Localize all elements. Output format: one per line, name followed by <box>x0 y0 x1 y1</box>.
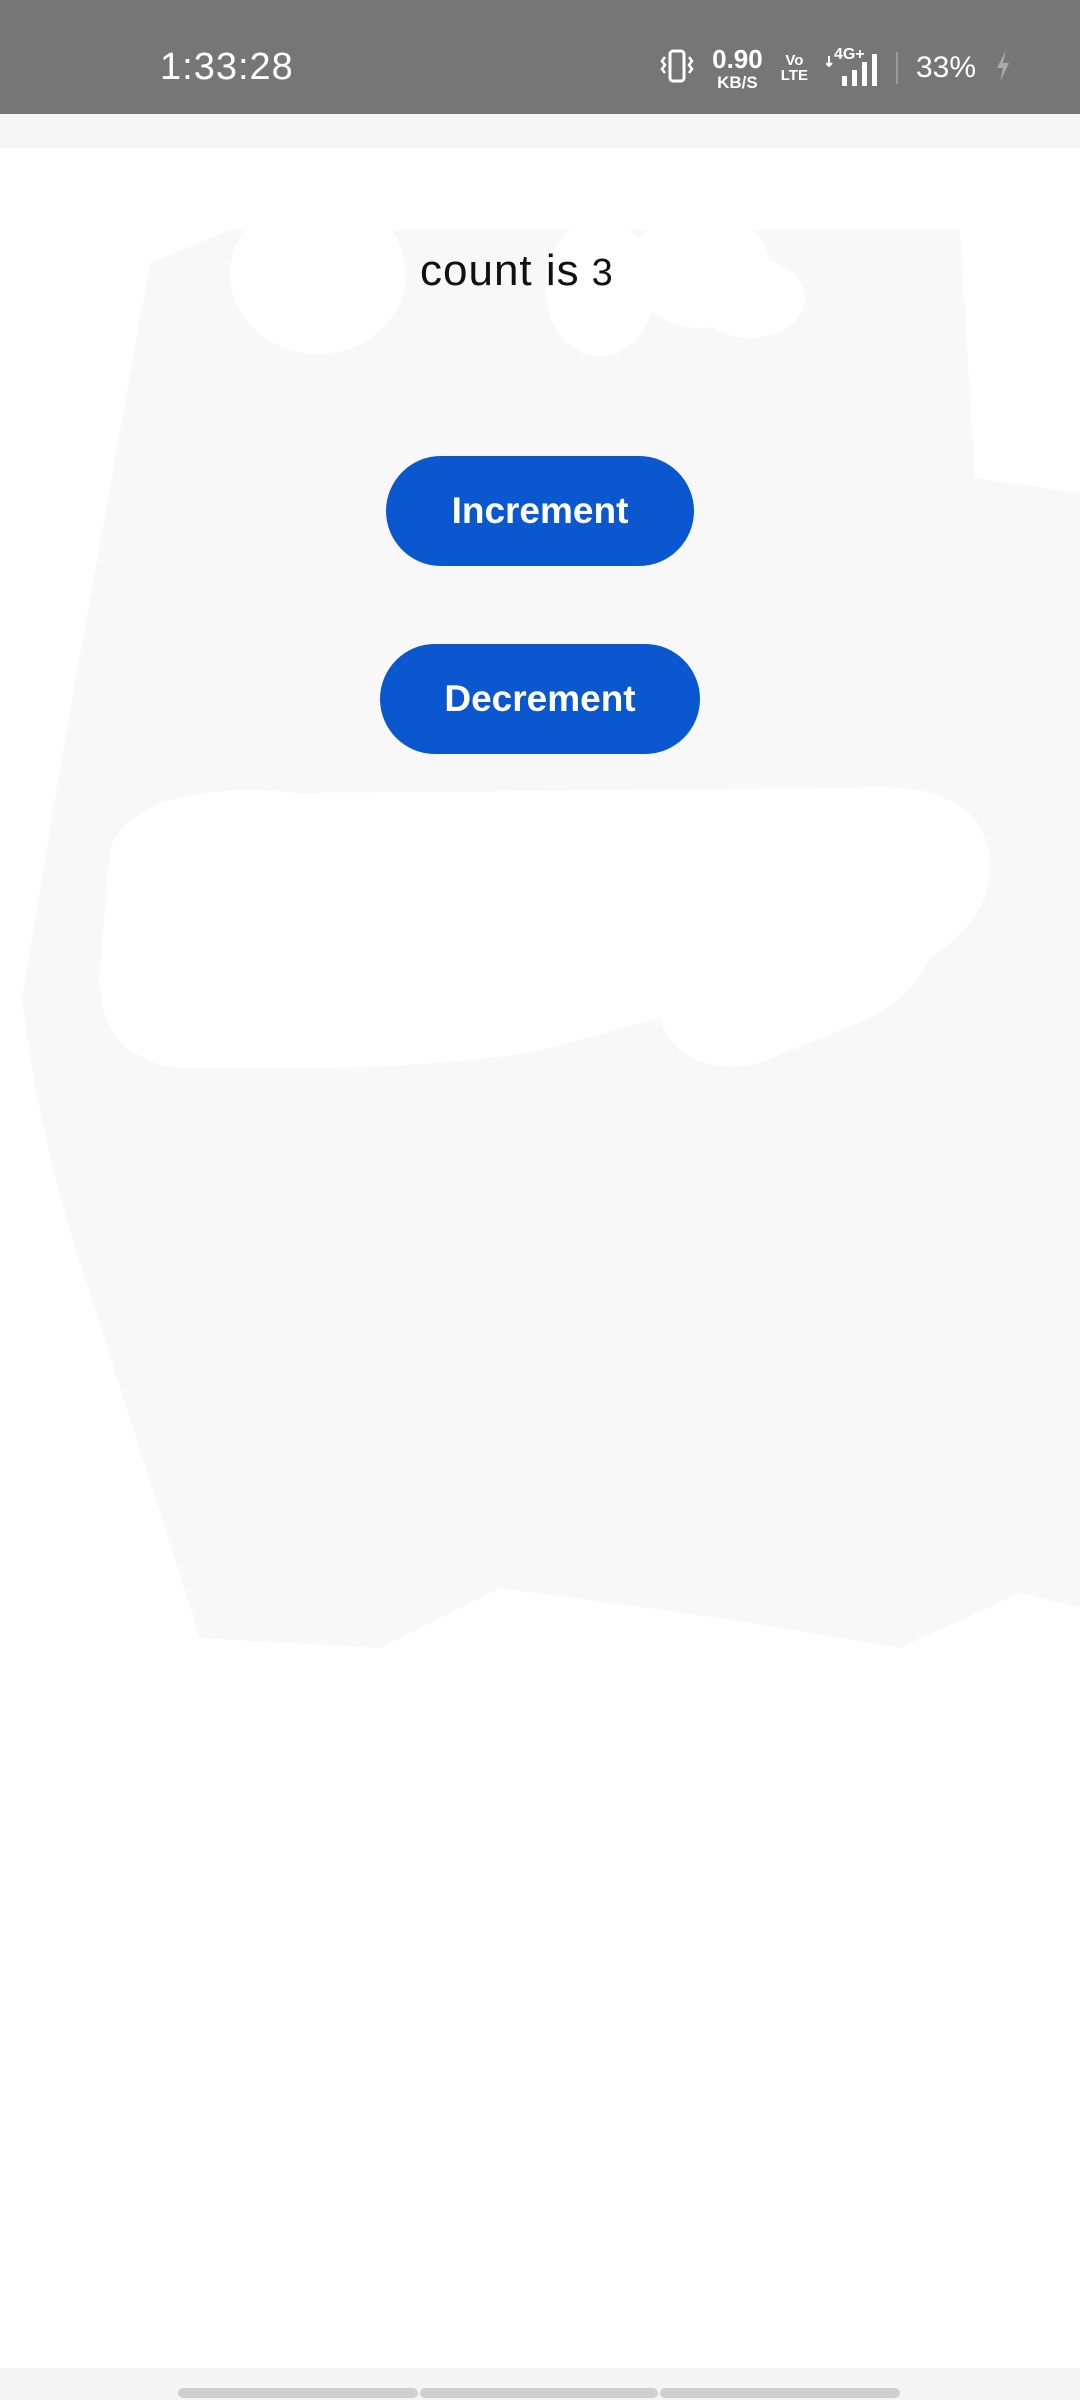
increment-button[interactable]: Increment <box>386 456 694 566</box>
charging-icon <box>994 48 1012 89</box>
vibrate-icon <box>660 48 694 89</box>
network-speed: 0.90 KB/S <box>712 46 763 91</box>
count-label: count is <box>420 246 580 295</box>
volte-indicator: Vo LTE <box>781 53 808 83</box>
status-separator <box>895 52 898 84</box>
count-display: count is 3 <box>420 246 613 296</box>
volte-bottom: LTE <box>780 67 808 84</box>
volte-top: Vo <box>785 52 804 69</box>
app-top-strip <box>0 114 1080 148</box>
network-speed-value: 0.90 <box>712 43 763 74</box>
gesture-handle-center[interactable] <box>420 2388 658 2398</box>
status-icons: 0.90 KB/S Vo LTE 4G+ 33% <box>660 46 1012 91</box>
gesture-handle-left[interactable] <box>178 2388 418 2398</box>
gesture-handle-right[interactable] <box>660 2388 900 2398</box>
network-speed-unit: KB/S <box>717 72 758 92</box>
decrement-button[interactable]: Decrement <box>380 644 700 754</box>
signal-icon: 4G+ <box>825 46 878 88</box>
status-time: 1:33:28 <box>160 46 294 88</box>
background-shape <box>22 194 1080 1648</box>
battery-percent: 33% <box>915 51 976 84</box>
status-bar: 1:33:28 0.90 KB/S Vo LTE 4G+ 33% <box>0 0 1080 114</box>
navigation-bar <box>0 2368 1080 2400</box>
count-value: 3 <box>591 252 613 294</box>
app-content: count is 3 Increment Decrement <box>0 148 1080 2368</box>
